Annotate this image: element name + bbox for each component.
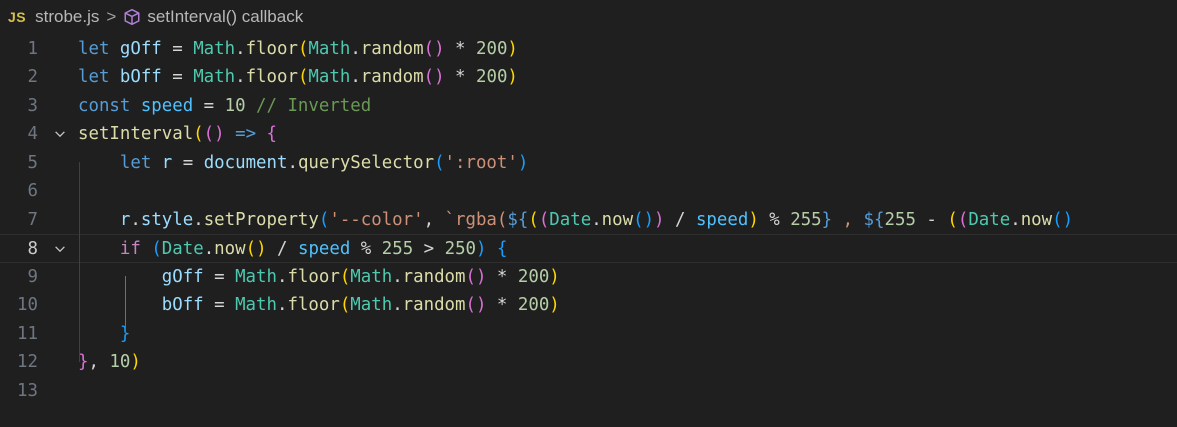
line-number: 8: [27, 239, 38, 259]
code-line[interactable]: 6: [0, 177, 1177, 206]
line-number: 10: [17, 295, 38, 315]
method-cube-icon: [124, 8, 140, 26]
code-line[interactable]: 1 let gOff = Math.floor(Math.random() * 2…: [0, 35, 1177, 64]
code-text: let bOff = Math.floor(Math.random() * 20…: [78, 67, 518, 87]
breadcrumb: JS strobe.js > setInterval() callback: [0, 0, 1177, 34]
code-text: if (Date.now() / speed % 255 > 250) {: [119, 239, 508, 259]
fold-chevron-down-icon[interactable]: [51, 120, 69, 149]
code-text: const speed = 10 // Inverted: [78, 95, 372, 116]
fold-chevron-down-icon[interactable]: [51, 235, 69, 264]
code-text: r.style.setProperty('--color', `rgba(${(…: [119, 209, 1074, 230]
line-number: 2: [27, 67, 38, 87]
code-line[interactable]: 12 }, 10): [0, 348, 1177, 377]
code-editor[interactable]: 1 let gOff = Math.floor(Math.random() * 2…: [0, 34, 1177, 427]
line-number: 5: [27, 152, 38, 173]
line-number: 9: [27, 266, 38, 287]
code-text: bOff = Math.floor(Math.random() * 200): [161, 295, 560, 315]
breadcrumb-file[interactable]: strobe.js: [35, 7, 99, 27]
code-text: setInterval(() => {: [78, 124, 278, 144]
line-number: 12: [17, 352, 38, 372]
line-number: 11: [17, 323, 38, 344]
line-number: 1: [27, 38, 38, 59]
javascript-file-icon: JS: [8, 9, 27, 25]
indent-guide: [79, 162, 80, 362]
code-line[interactable]: 13: [0, 377, 1177, 406]
line-number: 6: [27, 181, 38, 201]
code-text: let r = document.querySelector(':root'): [119, 152, 529, 173]
code-line[interactable]: 7 r.style.setProperty('--color', `rgba($…: [0, 206, 1177, 235]
line-number: 4: [27, 124, 38, 144]
line-number: 7: [27, 209, 38, 230]
code-line[interactable]: 11 }: [0, 320, 1177, 349]
code-line[interactable]: 3 const speed = 10 // Inverted: [0, 92, 1177, 121]
line-number: 13: [17, 380, 38, 401]
code-line[interactable]: 10 bOff = Math.floor(Math.random() * 200…: [0, 291, 1177, 320]
code-text: }: [119, 323, 131, 344]
breadcrumb-separator: >: [106, 7, 117, 26]
code-line[interactable]: 9 gOff = Math.floor(Math.random() * 200): [0, 263, 1177, 292]
line-number: 3: [27, 95, 38, 116]
breadcrumb-symbol-label: setInterval() callback: [147, 7, 304, 26]
code-line[interactable]: 5 let r = document.querySelector(':root'…: [0, 149, 1177, 178]
code-line[interactable]: 8 if (Date.now() / speed % 255 > 250) {: [0, 234, 1177, 263]
code-text: let gOff = Math.floor(Math.random() * 20…: [78, 38, 518, 59]
breadcrumb-symbol[interactable]: setInterval() callback: [123, 7, 303, 27]
code-text: gOff = Math.floor(Math.random() * 200): [161, 266, 560, 287]
code-text: }, 10): [78, 352, 141, 372]
indent-guide-active: [125, 276, 126, 333]
code-line[interactable]: 4 setInterval(() => {: [0, 120, 1177, 149]
code-line[interactable]: 2 let bOff = Math.floor(Math.random() * 2…: [0, 63, 1177, 92]
